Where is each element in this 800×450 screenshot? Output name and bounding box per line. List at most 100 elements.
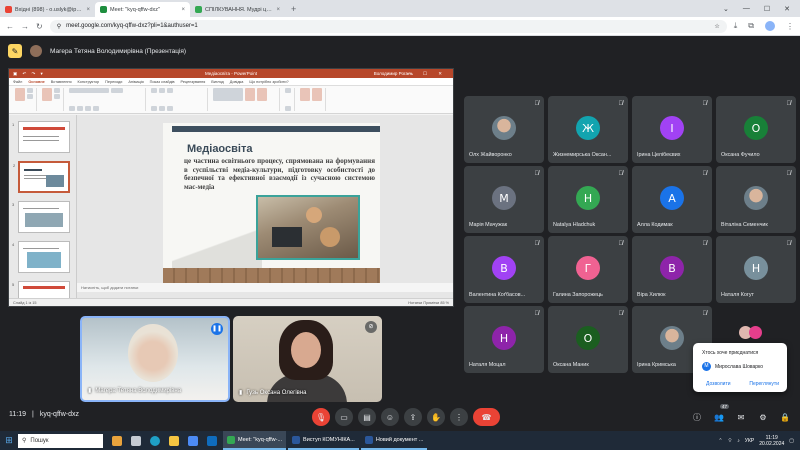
close-window-button[interactable]: ✕: [784, 5, 790, 13]
chat-icon[interactable]: ✉: [732, 408, 750, 426]
download-icon[interactable]: ⤓: [734, 21, 738, 31]
video-tile-speaker[interactable]: ❚❚ ▮ Магера Тетяна Володимирівна: [80, 316, 230, 402]
quick-styles-icon[interactable]: [257, 88, 267, 101]
new-tab-button[interactable]: +: [285, 2, 302, 17]
forward-icon[interactable]: →: [21, 22, 29, 31]
minimize-button[interactable]: —: [743, 5, 750, 12]
reset-icon[interactable]: [54, 94, 60, 99]
taskbar-search[interactable]: ⚲ Пошук: [18, 433, 103, 448]
browser-tab[interactable]: Вхідні (898) - o.uslyk@ippo.edu...×: [0, 2, 95, 17]
font-name-field[interactable]: [69, 88, 109, 93]
copy-icon[interactable]: [27, 94, 33, 99]
bold-icon[interactable]: [69, 106, 75, 111]
volume-icon[interactable]: ♪: [737, 438, 740, 444]
slide-thumbnail[interactable]: 5: [12, 281, 70, 299]
captions-button[interactable]: ▤: [358, 408, 376, 426]
browser-tab[interactable]: СПІЛКУВАННЯ. Мудрі цитати...×: [190, 2, 285, 17]
current-slide[interactable]: Медіаосвіта це частина освітнього процес…: [163, 123, 380, 288]
notifications-icon[interactable]: ▢: [789, 438, 794, 444]
video-tile[interactable]: ⊘ ▮ Гузь Оксана Олегівна: [233, 316, 382, 402]
back-icon[interactable]: ←: [6, 22, 14, 31]
bullets-icon[interactable]: [151, 88, 157, 93]
cut-icon[interactable]: [27, 88, 33, 93]
paste-icon[interactable]: [15, 88, 25, 101]
participant-tile[interactable]: 🎙̸ М Марія Мачужак: [464, 166, 544, 233]
slide-thumbnail[interactable]: 4: [12, 241, 70, 273]
replace-icon[interactable]: [285, 106, 291, 111]
task-view-icon[interactable]: [126, 431, 145, 450]
maximize-button[interactable]: ☐: [764, 5, 770, 13]
store-icon[interactable]: [183, 431, 202, 450]
ppt-tab[interactable]: Основне: [28, 80, 44, 84]
find-icon[interactable]: [285, 88, 291, 93]
tab-search-icon[interactable]: ⌄: [723, 5, 729, 13]
profile-avatar[interactable]: [765, 21, 775, 31]
camera-button[interactable]: ▭: [335, 408, 353, 426]
more-options-button[interactable]: ⋮: [450, 408, 468, 426]
show-hidden-icons[interactable]: ⌃: [718, 438, 722, 444]
browser-tab[interactable]: Meet: "kyq-qffw-dxz" ×: [95, 2, 190, 17]
ppt-tab[interactable]: Довідка: [230, 80, 244, 84]
close-tab-icon[interactable]: ×: [86, 7, 90, 13]
slide-thumbnail-selected[interactable]: 2: [13, 161, 70, 193]
designer-icon[interactable]: [312, 88, 322, 101]
participant-tile[interactable]: 🎙̸ А Алла Кодимак: [632, 166, 712, 233]
font-size-field[interactable]: [111, 88, 123, 93]
ppt-tab[interactable]: Переходи: [105, 80, 122, 84]
ppt-tab[interactable]: Рецензування: [181, 80, 206, 84]
emoji-button[interactable]: ☺: [381, 408, 399, 426]
ppt-tab[interactable]: Показ слайдів: [150, 80, 175, 84]
arrange-icon[interactable]: [245, 88, 255, 101]
allow-button[interactable]: Дозволити: [706, 381, 731, 387]
indent-icon[interactable]: [167, 88, 173, 93]
font-color-icon[interactable]: [93, 106, 99, 111]
slide-thumbnail[interactable]: 3: [12, 201, 70, 233]
menu-icon[interactable]: ⋮: [786, 22, 794, 31]
align-center-icon[interactable]: [159, 106, 165, 111]
taskbar-app[interactable]: Meet: "kyq-qffw-...: [223, 431, 287, 450]
mail-icon[interactable]: [202, 431, 221, 450]
view-button[interactable]: Переглянути: [749, 381, 779, 387]
justify-icon[interactable]: [167, 106, 173, 111]
participant-tile[interactable]: 🎙̸ Віталіна Семенчик: [716, 166, 796, 233]
ppt-tab[interactable]: Вставлення: [51, 80, 72, 84]
present-button[interactable]: ⇪: [404, 408, 422, 426]
extensions-icon[interactable]: ⧉: [748, 21, 754, 31]
ppt-tab[interactable]: Вигляд: [211, 80, 223, 84]
italic-icon[interactable]: [77, 106, 83, 111]
end-call-button[interactable]: ☎: [473, 408, 500, 426]
taskbar-app[interactable]: Новий документ ...: [360, 431, 428, 450]
numbering-icon[interactable]: [159, 88, 165, 93]
edge-icon[interactable]: [145, 431, 164, 450]
info-icon[interactable]: ⓘ: [688, 408, 706, 426]
participant-tile[interactable]: 🎙̸ Н Наталя Когут: [716, 236, 796, 303]
participant-tile[interactable]: 🎙̸ О Оксана Маник: [548, 306, 628, 373]
close-tab-icon[interactable]: ×: [181, 7, 185, 13]
clock[interactable]: 11:19 20.02.2024: [759, 435, 784, 447]
participant-tile[interactable]: 🎙̸ Ж Жизнемирська Оксан...: [548, 96, 628, 163]
ppt-tab[interactable]: Файл: [13, 80, 22, 84]
network-icon[interactable]: ⌔: [728, 438, 733, 444]
site-info-icon[interactable]: ⚲: [57, 23, 61, 30]
participant-tile[interactable]: 🎙̸ Г Галина Запорожець: [548, 236, 628, 303]
notes-pane[interactable]: Натисніть, щоб додати нотатки: [77, 283, 453, 292]
host-controls-icon[interactable]: 🔒: [776, 408, 794, 426]
bookmark-star-icon[interactable]: ☆: [714, 23, 719, 30]
raise-hand-button[interactable]: ✋: [427, 408, 445, 426]
reload-icon[interactable]: ↻: [36, 22, 43, 31]
layout-icon[interactable]: [54, 88, 60, 93]
file-explorer-icon[interactable]: [164, 431, 183, 450]
address-bar[interactable]: ⚲ meet.google.com/kyq-qffw-dxz?pli=1&aut…: [49, 19, 727, 33]
participant-tile[interactable]: 🎙̸ Н Наталя Моцал: [464, 306, 544, 373]
people-button[interactable]: 👥 47: [710, 404, 729, 426]
widgets-icon[interactable]: [107, 431, 126, 450]
slide-thumbnail[interactable]: 1: [12, 121, 70, 153]
pin-icon[interactable]: ✎: [8, 44, 22, 58]
align-left-icon[interactable]: [151, 106, 157, 111]
ppt-tab[interactable]: Анімація: [128, 80, 143, 84]
new-slide-icon[interactable]: [42, 88, 52, 101]
participant-tile[interactable]: 🎙̸ Н Natalya Hladchuk: [548, 166, 628, 233]
underline-icon[interactable]: [85, 106, 91, 111]
mic-off-button[interactable]: 🎙: [312, 408, 330, 426]
participant-tile[interactable]: 🎙̸ О Оксана Фучило: [716, 96, 796, 163]
